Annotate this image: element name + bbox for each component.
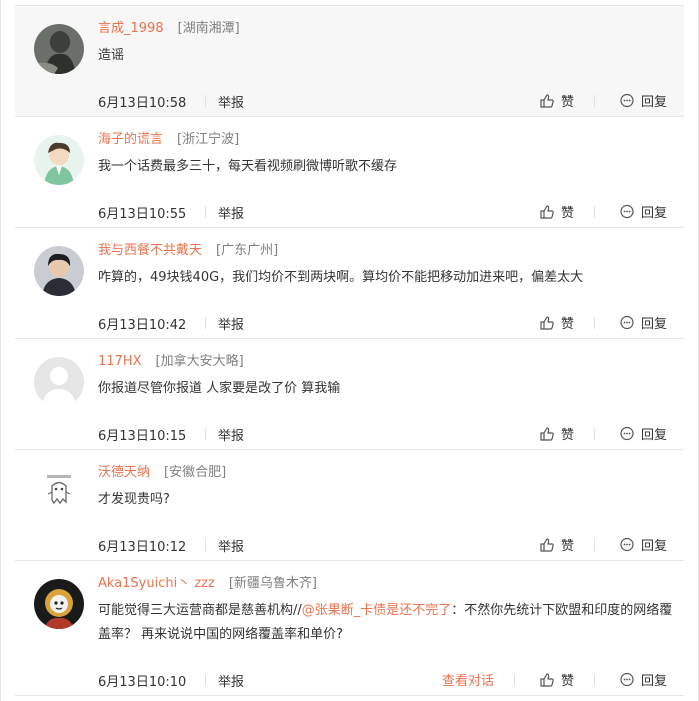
reply-button[interactable]: 回复 xyxy=(619,424,667,443)
avatar[interactable] xyxy=(34,246,84,296)
location: [安徽合肥] xyxy=(164,465,227,480)
report-link[interactable]: 举报 xyxy=(218,536,244,555)
location: [广东广州] xyxy=(216,243,279,258)
avatar[interactable] xyxy=(34,357,84,407)
reply-button[interactable]: 回复 xyxy=(619,202,667,221)
comment-icon xyxy=(620,672,634,686)
report-link[interactable]: 举报 xyxy=(218,92,244,111)
divider xyxy=(205,95,206,107)
comment-item: 沃德天纳 [安徽合肥] 才发现贵吗? 6月13日10:12 举报 赞 回复 xyxy=(15,450,684,561)
thumbs-up-icon xyxy=(540,315,554,330)
reply-label: 回复 xyxy=(641,674,668,689)
comment-icon xyxy=(620,204,634,218)
username[interactable]: Aka1Syuichi丶 zzz xyxy=(98,576,215,591)
username[interactable]: 海子的谎言 xyxy=(98,132,163,147)
avatar[interactable] xyxy=(34,135,84,185)
like-button[interactable]: 赞 xyxy=(539,670,574,689)
divider xyxy=(205,674,206,686)
like-label: 赞 xyxy=(561,539,575,554)
thumbs-up-icon xyxy=(540,204,554,219)
reply-label: 回复 xyxy=(641,539,668,554)
divider xyxy=(514,674,515,686)
timestamp: 6月13日10:15 xyxy=(98,429,187,444)
comment-item: 言成_1998 [湖南湘潭] 造谣 6月13日10:58 举报 赞 回复 xyxy=(15,6,684,117)
report-link[interactable]: 举报 xyxy=(218,671,244,690)
comment-item: Aka1Syuichi丶 zzz [新疆乌鲁木齐] 可能觉得三大运营商都是慈善机构… xyxy=(15,561,684,696)
username[interactable]: 沃德天纳 xyxy=(98,465,150,480)
divider xyxy=(594,206,595,218)
comment-text: 你报道尽管你报道 人家要是改了价 算我输 xyxy=(98,381,341,396)
reply-button[interactable]: 回复 xyxy=(619,535,667,554)
mention-link[interactable]: @张果断_卡债是还不完了 xyxy=(302,603,452,618)
divider xyxy=(594,317,595,329)
location: [加拿大安大略] xyxy=(155,354,244,369)
like-button[interactable]: 赞 xyxy=(539,202,574,221)
report-link[interactable]: 举报 xyxy=(218,314,244,333)
like-button[interactable]: 赞 xyxy=(539,313,574,332)
location: [新疆乌鲁木齐] xyxy=(228,576,317,591)
comment-text: 我一个话费最多三十，每天看视频刷微博听歌不缓存 xyxy=(98,159,398,174)
timestamp: 6月13日10:12 xyxy=(98,540,187,555)
avatar[interactable] xyxy=(34,24,84,74)
divider xyxy=(594,539,595,551)
view-conversation-link[interactable]: 查看对话 xyxy=(442,670,494,689)
thumbs-up-icon xyxy=(540,672,554,687)
like-label: 赞 xyxy=(561,206,575,221)
comment-text: 才发现贵吗? xyxy=(98,492,170,507)
comment-item: 我与西餐不共戴天 [广东广州] 咋算的，49块钱40G，我们均价不到两块啊。算均价… xyxy=(15,228,684,339)
like-label: 赞 xyxy=(561,95,575,110)
reply-label: 回复 xyxy=(641,317,668,332)
like-button[interactable]: 赞 xyxy=(539,424,574,443)
divider xyxy=(594,428,595,440)
timestamp: 6月13日10:42 xyxy=(98,318,187,333)
divider xyxy=(205,206,206,218)
comment-text: 咋算的，49块钱40G，我们均价不到两块啊。算均价不能把移动加进来吧，偏差太大 xyxy=(98,270,584,285)
thumbs-up-icon xyxy=(540,537,554,552)
username[interactable]: 我与西餐不共戴天 xyxy=(98,243,202,258)
like-button[interactable]: 赞 xyxy=(539,91,574,110)
location: [湖南湘潭] xyxy=(177,21,240,36)
timestamp: 6月13日10:58 xyxy=(98,96,187,111)
comment-text: 可能觉得三大运营商都是慈善机构//@张果断_卡债是还不完了：不然你先统计下欧盟和… xyxy=(98,599,673,647)
like-label: 赞 xyxy=(561,428,575,443)
avatar[interactable] xyxy=(34,579,84,629)
thumbs-up-icon xyxy=(540,426,554,441)
comment-text-part: 可能觉得三大运营商都是慈善机构// xyxy=(98,603,302,618)
divider xyxy=(594,95,595,107)
comment-icon xyxy=(620,426,634,440)
comment-icon xyxy=(620,315,634,329)
reply-button[interactable]: 回复 xyxy=(619,670,667,689)
comment-list: 言成_1998 [湖南湘潭] 造谣 6月13日10:58 举报 赞 回复 海子的… xyxy=(0,0,699,701)
reply-label: 回复 xyxy=(641,428,668,443)
like-button[interactable]: 赞 xyxy=(539,535,574,554)
username[interactable]: 言成_1998 xyxy=(98,21,164,36)
divider xyxy=(205,428,206,440)
comment-text: 造谣 xyxy=(98,48,125,63)
divider xyxy=(594,674,595,686)
reply-button[interactable]: 回复 xyxy=(619,91,667,110)
report-link[interactable]: 举报 xyxy=(218,203,244,222)
like-label: 赞 xyxy=(561,317,575,332)
comment-icon xyxy=(620,93,634,107)
avatar[interactable] xyxy=(34,468,84,518)
reply-label: 回复 xyxy=(641,95,668,110)
comment-item: 海子的谎言 [浙江宁波] 我一个话费最多三十，每天看视频刷微博听歌不缓存 6月13… xyxy=(15,117,684,228)
comment-icon xyxy=(620,537,634,551)
thumbs-up-icon xyxy=(540,93,554,108)
timestamp: 6月13日10:10 xyxy=(98,675,187,690)
like-label: 赞 xyxy=(561,674,575,689)
reply-button[interactable]: 回复 xyxy=(619,313,667,332)
report-link[interactable]: 举报 xyxy=(218,425,244,444)
divider xyxy=(205,539,206,551)
location: [浙江宁波] xyxy=(177,132,240,147)
username[interactable]: 117HX xyxy=(98,354,142,369)
comment-item: 117HX [加拿大安大略] 你报道尽管你报道 人家要是改了价 算我输 6月13日… xyxy=(15,339,684,450)
timestamp: 6月13日10:55 xyxy=(98,207,187,222)
reply-label: 回复 xyxy=(641,206,668,221)
divider xyxy=(205,317,206,329)
